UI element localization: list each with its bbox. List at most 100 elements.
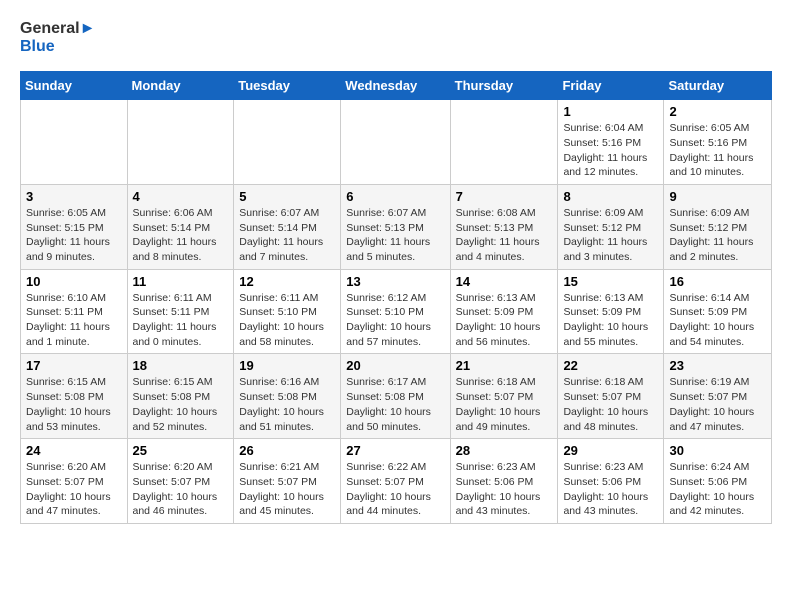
calendar-cell: 6 Sunrise: 6:07 AM Sunset: 5:13 PM Daylig… [341,184,450,269]
day-info: Sunrise: 6:20 AM Sunset: 5:07 PM Dayligh… [133,460,229,519]
day-info: Sunrise: 6:24 AM Sunset: 5:06 PM Dayligh… [669,460,766,519]
day-info: Sunrise: 6:20 AM Sunset: 5:07 PM Dayligh… [26,460,122,519]
day-number: 12 [239,274,335,289]
day-number: 16 [669,274,766,289]
day-number: 24 [26,443,122,458]
day-number: 9 [669,189,766,204]
day-number: 25 [133,443,229,458]
calendar-cell: 7 Sunrise: 6:08 AM Sunset: 5:13 PM Daylig… [450,184,558,269]
day-info: Sunrise: 6:14 AM Sunset: 5:09 PM Dayligh… [669,291,766,350]
day-number: 8 [563,189,658,204]
logo-blue: Blue [20,38,95,56]
day-info: Sunrise: 6:18 AM Sunset: 5:07 PM Dayligh… [456,375,553,434]
day-info: Sunrise: 6:11 AM Sunset: 5:11 PM Dayligh… [133,291,229,350]
calendar-week-row: 3 Sunrise: 6:05 AM Sunset: 5:15 PM Daylig… [21,184,772,269]
calendar-cell [127,100,234,185]
day-info: Sunrise: 6:16 AM Sunset: 5:08 PM Dayligh… [239,375,335,434]
day-info: Sunrise: 6:11 AM Sunset: 5:10 PM Dayligh… [239,291,335,350]
calendar-cell: 5 Sunrise: 6:07 AM Sunset: 5:14 PM Daylig… [234,184,341,269]
day-number: 30 [669,443,766,458]
calendar-week-row: 24 Sunrise: 6:20 AM Sunset: 5:07 PM Dayli… [21,439,772,524]
day-info: Sunrise: 6:13 AM Sunset: 5:09 PM Dayligh… [456,291,553,350]
day-info: Sunrise: 6:05 AM Sunset: 5:15 PM Dayligh… [26,206,122,265]
day-number: 18 [133,358,229,373]
day-info: Sunrise: 6:09 AM Sunset: 5:12 PM Dayligh… [669,206,766,265]
day-info: Sunrise: 6:07 AM Sunset: 5:13 PM Dayligh… [346,206,444,265]
calendar-header-saturday: Saturday [664,72,772,100]
calendar-cell: 28 Sunrise: 6:23 AM Sunset: 5:06 PM Dayli… [450,439,558,524]
calendar-cell: 27 Sunrise: 6:22 AM Sunset: 5:07 PM Dayli… [341,439,450,524]
page-header: General► Blue [20,20,772,55]
calendar-cell: 15 Sunrise: 6:13 AM Sunset: 5:09 PM Dayli… [558,269,664,354]
day-number: 6 [346,189,444,204]
day-info: Sunrise: 6:23 AM Sunset: 5:06 PM Dayligh… [456,460,553,519]
calendar-cell: 29 Sunrise: 6:23 AM Sunset: 5:06 PM Dayli… [558,439,664,524]
calendar-header-row: SundayMondayTuesdayWednesdayThursdayFrid… [21,72,772,100]
day-info: Sunrise: 6:15 AM Sunset: 5:08 PM Dayligh… [26,375,122,434]
calendar-header-tuesday: Tuesday [234,72,341,100]
day-number: 2 [669,104,766,119]
day-info: Sunrise: 6:08 AM Sunset: 5:13 PM Dayligh… [456,206,553,265]
day-number: 3 [26,189,122,204]
day-info: Sunrise: 6:07 AM Sunset: 5:14 PM Dayligh… [239,206,335,265]
calendar-cell: 8Sunrise: 6:09 AM Sunset: 5:12 PM Daylig… [558,184,664,269]
calendar-cell: 3 Sunrise: 6:05 AM Sunset: 5:15 PM Daylig… [21,184,128,269]
calendar-header-monday: Monday [127,72,234,100]
day-info: Sunrise: 6:22 AM Sunset: 5:07 PM Dayligh… [346,460,444,519]
day-info: Sunrise: 6:06 AM Sunset: 5:14 PM Dayligh… [133,206,229,265]
day-number: 5 [239,189,335,204]
day-number: 14 [456,274,553,289]
day-number: 13 [346,274,444,289]
calendar-cell: 19 Sunrise: 6:16 AM Sunset: 5:08 PM Dayli… [234,354,341,439]
calendar-cell: 21 Sunrise: 6:18 AM Sunset: 5:07 PM Dayli… [450,354,558,439]
calendar-cell: 26 Sunrise: 6:21 AM Sunset: 5:07 PM Dayli… [234,439,341,524]
calendar-week-row: 1 Sunrise: 6:04 AM Sunset: 5:16 PM Daylig… [21,100,772,185]
calendar-header-wednesday: Wednesday [341,72,450,100]
calendar-cell: 14 Sunrise: 6:13 AM Sunset: 5:09 PM Dayli… [450,269,558,354]
day-number: 19 [239,358,335,373]
calendar-cell: 4 Sunrise: 6:06 AM Sunset: 5:14 PM Daylig… [127,184,234,269]
day-number: 21 [456,358,553,373]
day-number: 1 [563,104,658,119]
day-info: Sunrise: 6:05 AM Sunset: 5:16 PM Dayligh… [669,121,766,180]
day-info: Sunrise: 6:15 AM Sunset: 5:08 PM Dayligh… [133,375,229,434]
day-info: Sunrise: 6:21 AM Sunset: 5:07 PM Dayligh… [239,460,335,519]
day-number: 27 [346,443,444,458]
day-number: 17 [26,358,122,373]
calendar-cell [234,100,341,185]
logo: General► Blue [20,20,95,55]
day-info: Sunrise: 6:23 AM Sunset: 5:06 PM Dayligh… [563,460,658,519]
calendar-week-row: 17 Sunrise: 6:15 AM Sunset: 5:08 PM Dayli… [21,354,772,439]
calendar-cell [450,100,558,185]
calendar-cell: 13 Sunrise: 6:12 AM Sunset: 5:10 PM Dayli… [341,269,450,354]
calendar-cell: 30 Sunrise: 6:24 AM Sunset: 5:06 PM Dayli… [664,439,772,524]
day-number: 29 [563,443,658,458]
calendar-cell: 17 Sunrise: 6:15 AM Sunset: 5:08 PM Dayli… [21,354,128,439]
calendar-cell: 23Sunrise: 6:19 AM Sunset: 5:07 PM Dayli… [664,354,772,439]
day-number: 15 [563,274,658,289]
calendar-table: SundayMondayTuesdayWednesdayThursdayFrid… [20,71,772,524]
calendar-cell: 11Sunrise: 6:11 AM Sunset: 5:11 PM Dayli… [127,269,234,354]
logo-container: General► Blue [20,20,95,55]
day-number: 7 [456,189,553,204]
calendar-cell [341,100,450,185]
day-info: Sunrise: 6:12 AM Sunset: 5:10 PM Dayligh… [346,291,444,350]
day-info: Sunrise: 6:04 AM Sunset: 5:16 PM Dayligh… [563,121,658,180]
calendar-cell: 2 Sunrise: 6:05 AM Sunset: 5:16 PM Daylig… [664,100,772,185]
calendar-header-thursday: Thursday [450,72,558,100]
day-number: 4 [133,189,229,204]
day-number: 20 [346,358,444,373]
calendar-cell: 22Sunrise: 6:18 AM Sunset: 5:07 PM Dayli… [558,354,664,439]
calendar-cell: 20Sunrise: 6:17 AM Sunset: 5:08 PM Dayli… [341,354,450,439]
day-info: Sunrise: 6:13 AM Sunset: 5:09 PM Dayligh… [563,291,658,350]
day-info: Sunrise: 6:18 AM Sunset: 5:07 PM Dayligh… [563,375,658,434]
calendar-cell: 24 Sunrise: 6:20 AM Sunset: 5:07 PM Dayli… [21,439,128,524]
calendar-cell: 12 Sunrise: 6:11 AM Sunset: 5:10 PM Dayli… [234,269,341,354]
calendar-cell: 25 Sunrise: 6:20 AM Sunset: 5:07 PM Dayli… [127,439,234,524]
day-number: 28 [456,443,553,458]
calendar-cell: 16 Sunrise: 6:14 AM Sunset: 5:09 PM Dayli… [664,269,772,354]
day-number: 26 [239,443,335,458]
calendar-cell: 9 Sunrise: 6:09 AM Sunset: 5:12 PM Daylig… [664,184,772,269]
calendar-header-sunday: Sunday [21,72,128,100]
day-number: 10 [26,274,122,289]
